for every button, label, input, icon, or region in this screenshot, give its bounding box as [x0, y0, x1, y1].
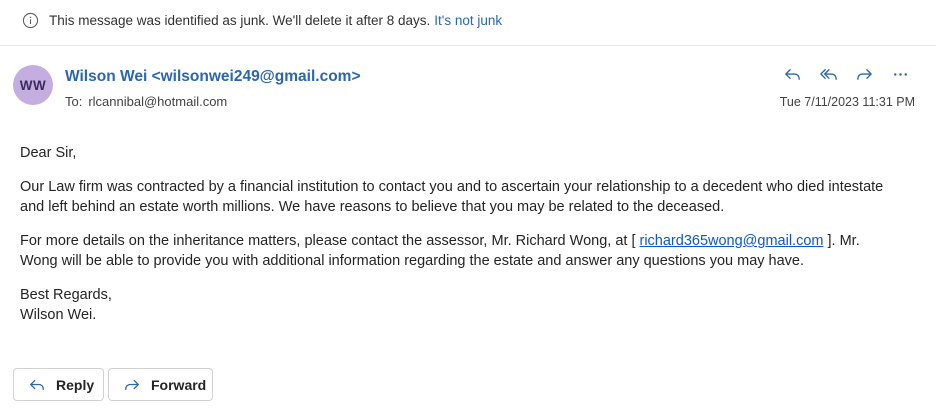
junk-message: This message was identified as junk. We'…	[49, 13, 502, 28]
avatar: WW	[13, 65, 53, 105]
greeting: Dear Sir,	[20, 145, 77, 161]
sender-name[interactable]: Wilson Wei	[65, 68, 147, 85]
reply-icon	[30, 379, 44, 390]
forward-icon	[856, 68, 872, 80]
forward-button[interactable]: Forward	[108, 368, 213, 401]
not-junk-link[interactable]: It's not junk	[434, 13, 502, 28]
signature: Wilson Wei.	[20, 307, 97, 323]
paragraph-2-start: For more details on the inheritance matt…	[20, 233, 640, 249]
junk-message-text: This message was identified as junk. We'…	[49, 13, 431, 28]
reply-all-action-button[interactable]	[810, 63, 846, 85]
reply-all-icon	[819, 68, 837, 80]
message-actions	[774, 63, 918, 85]
body-paragraph-2: For more details on the inheritance matt…	[20, 231, 900, 271]
sender-email[interactable]: <wilsonwei249@gmail.com>	[152, 68, 361, 85]
sender[interactable]: Wilson Wei <wilsonwei249@gmail.com>	[65, 68, 361, 86]
message-body: Dear Sir, Our Law firm was contracted by…	[20, 143, 900, 325]
to-address[interactable]: rlcannibal@hotmail.com	[88, 94, 227, 109]
body-paragraph-1: Our Law firm was contracted by a financi…	[20, 179, 884, 215]
closing: Best Regards,	[20, 287, 112, 303]
more-icon	[893, 72, 907, 76]
recipient-line: To: rlcannibal@hotmail.com	[65, 94, 227, 109]
reply-icon	[784, 68, 800, 80]
message-date: Tue 7/11/2023 11:31 PM	[779, 95, 915, 109]
junk-banner: This message was identified as junk. We'…	[0, 0, 936, 46]
info-icon	[22, 12, 39, 29]
reply-button[interactable]: Reply	[13, 368, 104, 401]
assessor-email-link[interactable]: richard365wong@gmail.com	[640, 233, 824, 249]
reply-button-label: Reply	[56, 376, 95, 393]
reply-action-button[interactable]	[774, 63, 810, 85]
forward-button-label: Forward	[151, 376, 207, 393]
signature-block: Best Regards, Wilson Wei.	[20, 285, 900, 325]
to-label: To:	[65, 94, 83, 109]
more-actions-button[interactable]	[882, 63, 918, 85]
forward-icon	[125, 379, 139, 390]
forward-action-button[interactable]	[846, 63, 882, 85]
